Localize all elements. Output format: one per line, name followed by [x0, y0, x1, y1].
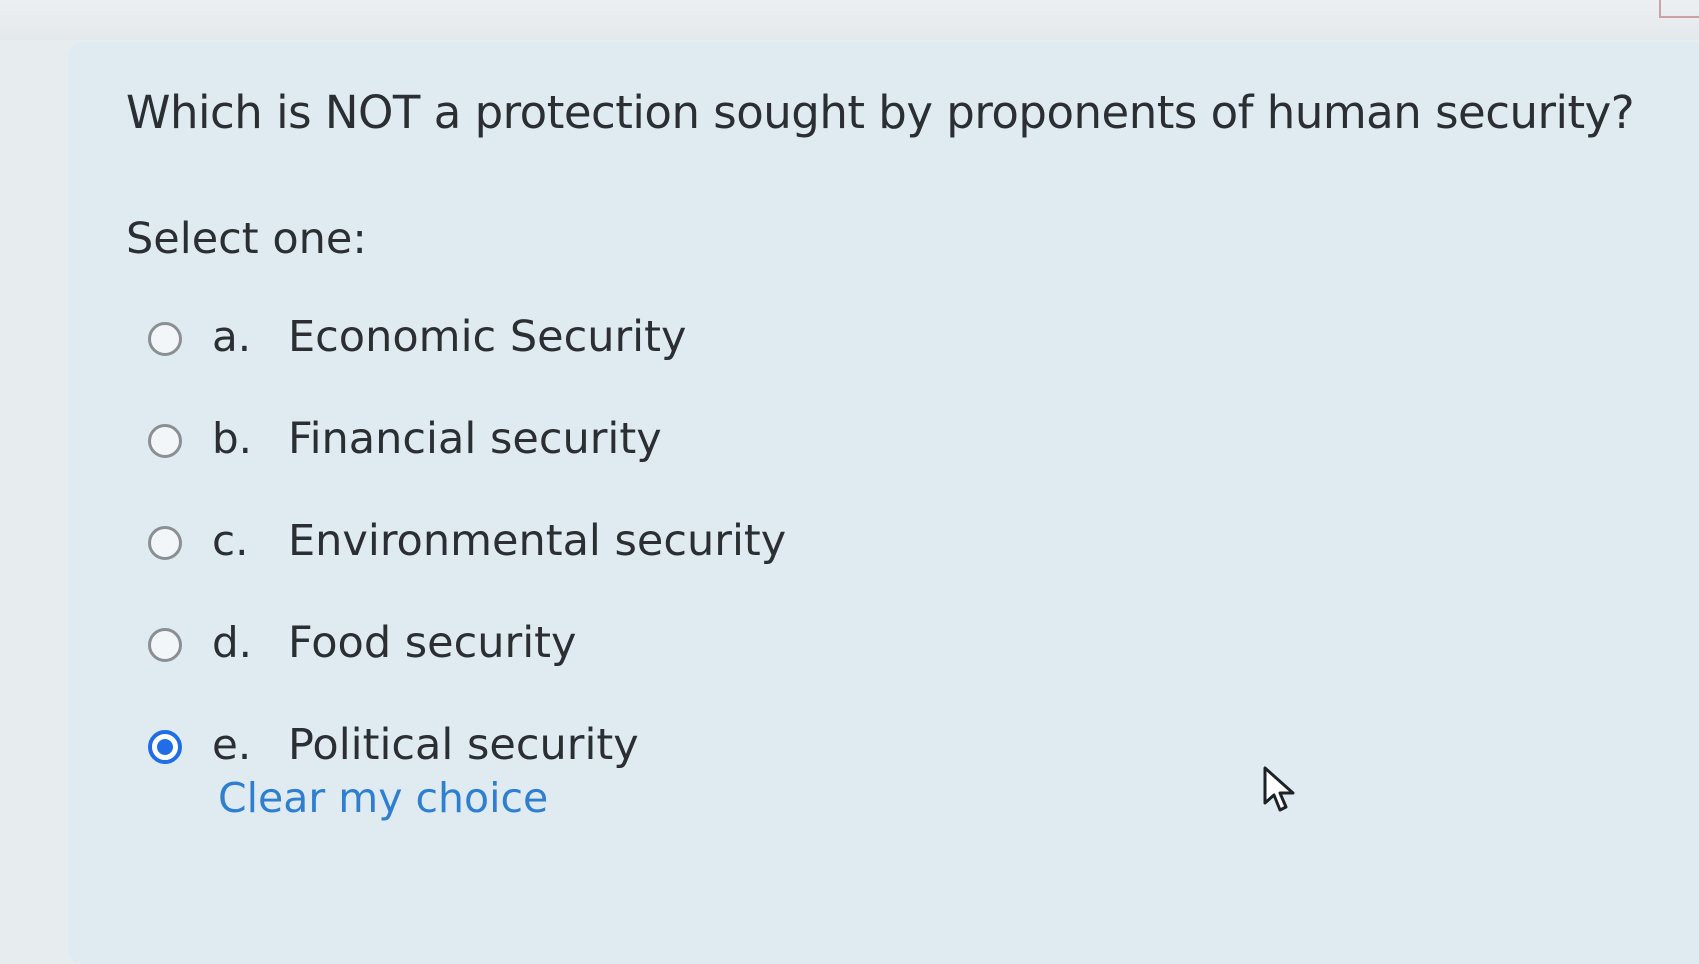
answer-option-c[interactable]: c. Environmental security	[148, 516, 1148, 624]
question-card: Which is NOT a protection sought by prop…	[68, 42, 1699, 964]
radio-button-d[interactable]	[148, 628, 182, 662]
clear-choice-link[interactable]: Clear my choice	[218, 774, 548, 822]
answer-option-d[interactable]: d. Food security	[148, 618, 1148, 726]
option-letter-c: c.	[212, 516, 249, 565]
radio-button-a[interactable]	[148, 322, 182, 356]
radio-button-e-selected[interactable]	[148, 730, 182, 764]
answer-option-a[interactable]: a. Economic Security	[148, 312, 1148, 420]
radio-button-c[interactable]	[148, 526, 182, 560]
option-label-d[interactable]: Food security	[288, 618, 576, 668]
option-label-a[interactable]: Economic Security	[288, 312, 686, 362]
answer-option-b[interactable]: b. Financial security	[148, 414, 1148, 522]
option-label-b[interactable]: Financial security	[288, 414, 662, 464]
option-letter-e: e.	[212, 720, 252, 769]
option-letter-a: a.	[212, 312, 252, 361]
option-letter-b: b.	[212, 414, 253, 463]
mouse-pointer-icon	[1263, 766, 1295, 812]
radio-button-b[interactable]	[148, 424, 182, 458]
answer-list: a. Economic Security b. Financial securi…	[148, 312, 1148, 828]
option-letter-d: d.	[212, 618, 253, 667]
window-corner-frame	[1659, 0, 1699, 18]
select-one-prompt: Select one:	[126, 214, 367, 264]
option-label-e[interactable]: Political security	[288, 720, 639, 770]
question-text: Which is NOT a protection sought by prop…	[126, 86, 1635, 139]
page-top-background	[0, 0, 1699, 40]
option-label-c[interactable]: Environmental security	[288, 516, 786, 566]
